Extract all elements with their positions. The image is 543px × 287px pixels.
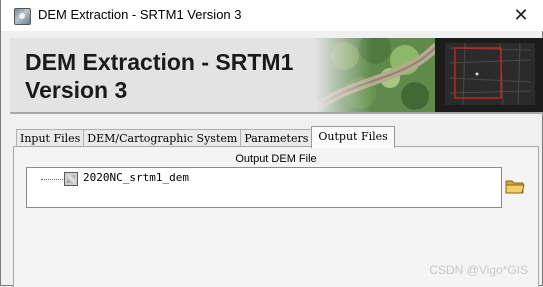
folder-icon[interactable]	[505, 178, 525, 194]
output-file-tree[interactable]: 2020NC_srtm1_dem	[26, 167, 502, 208]
window-title: DEM Extraction - SRTM1 Version 3	[38, 7, 242, 22]
header-banner: DEM Extraction - SRTM1 Version 3	[10, 38, 543, 114]
watermark-text: CSDN @Vigo*GIS	[429, 263, 528, 277]
dem-extraction-window: DEM Extraction - SRTM1 Version 3 ✕ DEM E…	[0, 0, 543, 287]
title-bar: DEM Extraction - SRTM1 Version 3 ✕	[1, 0, 543, 31]
tab-bar: Input Files DEM/Cartographic System Para…	[16, 126, 395, 148]
output-file-name[interactable]: 2020NC_srtm1_dem	[83, 171, 189, 184]
app-icon	[14, 8, 31, 25]
tree-connector	[41, 179, 63, 180]
output-dem-file-label: Output DEM File	[235, 153, 317, 165]
banner-title: DEM Extraction - SRTM1 Version 3	[25, 49, 294, 103]
raster-file-icon	[64, 172, 78, 186]
tab-output-files[interactable]: Output Files	[311, 126, 395, 148]
close-button[interactable]: ✕	[498, 0, 543, 31]
banner-satellite-image	[315, 38, 543, 112]
